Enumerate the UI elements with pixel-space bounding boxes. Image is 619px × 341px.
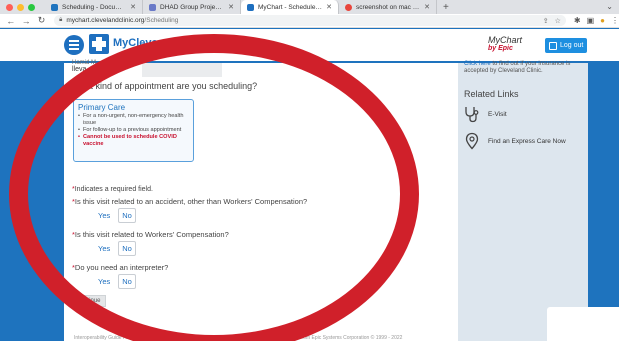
accident-no-button[interactable]: No [118,208,136,223]
lock-icon: 🔒︎ [59,17,63,23]
browser-tab-2[interactable]: MyChart - Schedule an Appoi ✕ [241,0,339,14]
card-bullet: For follow-up to a previous appointment [78,127,189,134]
close-tab-icon[interactable]: ✕ [228,3,234,11]
express-care-link[interactable]: Find an Express Care Now [464,132,566,150]
browser-tab-bar: Scheduling - Document (A4) ✕ DHAD Group … [0,0,619,14]
close-tab-icon[interactable]: ✕ [130,3,136,11]
browser-toolbar: ← → ↻ 🔒︎ mychart.clevelandclinic.org/Sch… [0,14,619,28]
workers-comp-no-button[interactable]: No [118,241,136,256]
provider-info-placeholder [142,63,222,77]
back-arrow-icon[interactable]: ← [6,16,15,26]
close-tab-icon[interactable]: ✕ [326,3,332,11]
card-title: Primary Care [78,103,126,112]
share-icon[interactable]: ⇪ [543,17,549,25]
logout-icon [549,41,557,50]
insurance-note: Click here to find out if your insurance… [464,61,571,74]
extensions-puzzle-icon[interactable]: ✱ [574,16,581,25]
main-content: Hamid M lleva, MD What kind of appointme… [64,60,458,341]
mychart-favicon-icon [247,3,254,11]
stethoscope-icon [465,107,479,123]
brand-name: MyCleve art [113,37,175,49]
mychart-logo: MyChart by Epic [488,35,523,53]
provider-name: Hamid M lleva, MD [72,60,102,73]
bookmark-star-icon[interactable]: ☆ [555,17,561,25]
interpreter-yes-button[interactable]: Yes [94,274,114,289]
right-sidebar: Click here to find out if your insurance… [458,61,588,341]
browser-tab-0[interactable]: Scheduling - Document (A4) ✕ [45,0,143,14]
accident-question-label: *Is this visit related to an accident, o… [72,197,308,206]
interpreter-answer-group: Yes No [94,274,136,289]
location-pin-icon [465,132,479,150]
tab-menu-chevron-icon[interactable]: ⌄ [606,2,613,11]
accident-yes-button[interactable]: Yes [94,208,114,223]
appointment-type-question: What kind of appointment are you schedul… [72,81,258,91]
window-controls [6,3,35,11]
workers-comp-yes-button[interactable]: Yes [94,241,114,256]
interpreter-no-button[interactable]: No [118,274,136,289]
extension-icon[interactable]: ● [600,16,605,25]
required-field-note: *Indicates a required field. [72,186,153,193]
browser-tab-1[interactable]: DHAD Group Project_Print Ma ✕ [143,0,241,14]
close-tab-icon[interactable]: ✕ [424,3,430,11]
doc-favicon-icon [149,3,156,11]
hamburger-menu-button[interactable] [64,35,84,55]
doc-favicon-icon [51,3,58,11]
insurance-link[interactable]: Click here [464,61,491,67]
google-favicon-icon [345,3,352,11]
workers-comp-answer-group: Yes No [94,241,136,256]
workers-comp-question-label: *Is this visit related to Workers' Compe… [72,230,229,239]
continue-button[interactable]: tinue [82,295,106,307]
reload-icon[interactable]: ↻ [37,15,46,26]
sidebar-panel-icon[interactable]: ▣ [587,16,595,25]
app-header: MyCleve art MyChart by Epic Log out [0,29,619,63]
logout-button[interactable]: Log out [545,38,587,53]
bottom-right-panel [547,307,619,341]
interpreter-question-label: *Do you need an interpreter? [72,263,169,272]
covid-warning: Cannot be used to schedule COVID vaccine [78,134,189,148]
cleveland-clinic-logo-icon [89,34,109,54]
primary-care-option-card[interactable]: Primary Care For a non-urgent, non-emerg… [73,99,194,162]
forward-arrow-icon[interactable]: → [21,16,31,26]
menu-kebab-icon[interactable]: ⋮ [611,16,619,25]
address-bar[interactable]: 🔒︎ mychart.clevelandclinic.org/Schedulin… [54,15,566,26]
related-links-title: Related Links [464,89,519,99]
close-window-button[interactable] [6,3,13,11]
browser-tab-3[interactable]: screenshot on mac - Google ✕ [339,0,437,14]
e-visit-link[interactable]: E-Visit [464,105,507,123]
card-bullet: For a non-urgent, non-emergency health i… [78,113,189,127]
page-footer: Interoperability Guide FAQs Terms & Cond… [74,335,403,341]
accident-answer-group: Yes No [94,208,136,223]
new-tab-button[interactable]: + [443,2,449,13]
maximize-window-button[interactable] [28,3,35,11]
minimize-window-button[interactable] [17,3,24,11]
